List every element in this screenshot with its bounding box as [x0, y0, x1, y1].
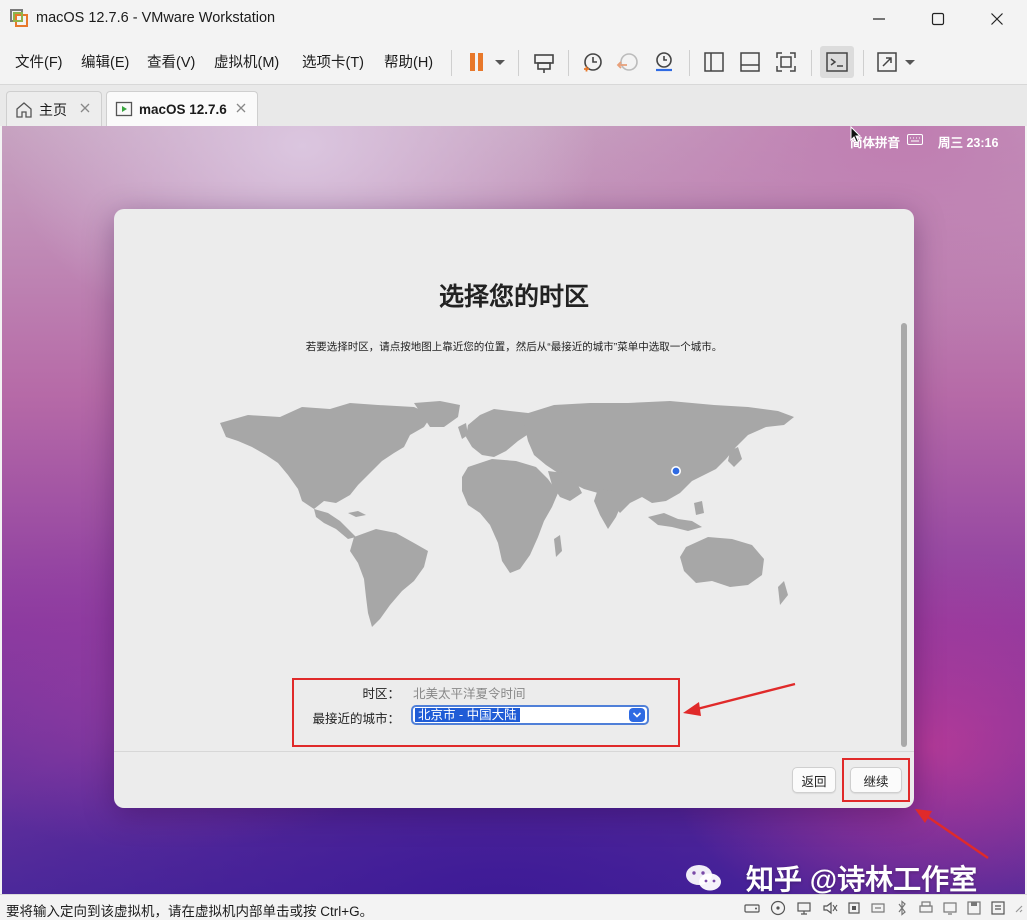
- chevron-down-icon: [495, 60, 505, 65]
- tab-bar: 主页 macOS 12.7.6: [0, 84, 1027, 127]
- cd-dvd-icon[interactable]: [770, 900, 786, 916]
- keyboard-send-icon: [534, 54, 554, 73]
- revert-snapshot-button[interactable]: [612, 46, 644, 78]
- annotation-highlight-city: [292, 678, 680, 747]
- pause-button[interactable]: [462, 46, 512, 78]
- watermark-text: 知乎 @诗林工作室: [746, 864, 978, 894]
- snapshot-manager-icon: [656, 52, 672, 72]
- network-adapter-icon[interactable]: [796, 900, 812, 916]
- bluetooth-icon[interactable]: [894, 900, 910, 916]
- tab-home-label: 主页: [39, 101, 67, 118]
- footer-divider: [114, 751, 914, 752]
- tab-home[interactable]: 主页: [6, 91, 102, 127]
- show-thumbnail-bar-button[interactable]: [734, 46, 766, 78]
- stretch-icon: [877, 52, 897, 72]
- resize-grip-icon[interactable]: [1010, 900, 1024, 916]
- dialog-scrollbar[interactable]: [901, 323, 907, 747]
- world-map[interactable]: [218, 401, 796, 633]
- minimize-icon: [873, 18, 885, 20]
- fullscreen-icon: [776, 52, 796, 72]
- usb-controller-icon[interactable]: [870, 900, 886, 916]
- location-pin-icon: [670, 466, 681, 477]
- toolbar-separator: [811, 50, 812, 76]
- printer-icon[interactable]: [918, 900, 934, 916]
- menu-clock[interactable]: 周三 23:16: [938, 132, 998, 151]
- annotation-highlight-continue: [842, 758, 910, 802]
- menu-help[interactable]: 帮助(H): [384, 51, 433, 72]
- snapshot-manager-button[interactable]: [648, 46, 680, 78]
- snapshot-icon: [584, 53, 602, 72]
- menu-toolbar: 文件(F) 编辑(E) 查看(V) 虚拟机(M) 选项卡(T) 帮助(H): [0, 38, 1027, 84]
- dialog-title: 选择您的时区: [438, 283, 589, 311]
- maximize-button[interactable]: [908, 0, 968, 38]
- vmware-app-icon: [10, 9, 28, 27]
- close-tab-icon[interactable]: [233, 100, 249, 116]
- vm-icon: [115, 101, 133, 116]
- usb-device-icon[interactable]: [846, 900, 862, 916]
- close-window-button[interactable]: [967, 0, 1027, 38]
- show-library-button[interactable]: [698, 46, 730, 78]
- mouse-cursor-icon: [850, 126, 862, 144]
- vm-display[interactable]: 简体拼音 周三 23:16 选择您的时区 若要选择时区，请点按地图上靠近您的位置…: [2, 126, 1025, 894]
- close-tab-icon[interactable]: [77, 100, 93, 116]
- dialog-description: 若要选择时区，请点按地图上靠近您的位置，然后从“最接近的城市”菜单中选取一个城市…: [305, 341, 723, 353]
- toolbar-separator: [568, 50, 569, 76]
- stretch-guest-button[interactable]: [872, 46, 920, 78]
- window-title: macOS 12.7.6 - VMware Workstation: [36, 10, 276, 26]
- tab-macos-label: macOS 12.7.6: [139, 102, 227, 117]
- menu-file[interactable]: 文件(F): [15, 51, 63, 72]
- console-icon: [826, 52, 848, 72]
- home-icon: [16, 101, 32, 118]
- revert-icon: [616, 53, 638, 71]
- back-button[interactable]: 返回: [792, 767, 836, 793]
- message-log-icon[interactable]: [990, 900, 1006, 916]
- floppy-icon[interactable]: [966, 900, 982, 916]
- status-message: 要将输入定向到该虚拟机，请在虚拟机内部单击或按 Ctrl+G。: [6, 904, 374, 919]
- hard-disk-icon[interactable]: [744, 900, 760, 916]
- status-bar: 要将输入定向到该虚拟机，请在虚拟机内部单击或按 Ctrl+G。: [0, 894, 1027, 920]
- toolbar-separator: [451, 50, 452, 76]
- keyboard-icon[interactable]: [907, 134, 923, 145]
- window-titlebar: macOS 12.7.6 - VMware Workstation: [0, 0, 1027, 38]
- toolbar-separator: [863, 50, 864, 76]
- sound-card-icon[interactable]: [822, 900, 838, 916]
- menu-tabs[interactable]: 选项卡(T): [302, 51, 364, 72]
- library-icon: [704, 52, 724, 72]
- thumbnail-bar-icon: [740, 52, 760, 72]
- chevron-down-icon: [905, 60, 915, 65]
- send-ctrl-alt-del-button[interactable]: [528, 46, 560, 78]
- menu-view[interactable]: 查看(V): [147, 51, 195, 72]
- console-view-button[interactable]: [820, 46, 854, 78]
- tab-macos-vm[interactable]: macOS 12.7.6: [106, 91, 258, 127]
- take-snapshot-button[interactable]: [577, 46, 609, 78]
- minimize-button[interactable]: [849, 0, 909, 38]
- close-icon: [991, 13, 1003, 25]
- display-icon[interactable]: [942, 900, 958, 916]
- menu-vm[interactable]: 虚拟机(M): [214, 51, 279, 72]
- full-screen-button[interactable]: [770, 46, 802, 78]
- toolbar-separator: [518, 50, 519, 76]
- maximize-icon: [931, 12, 945, 26]
- toolbar-separator: [689, 50, 690, 76]
- menu-edit[interactable]: 编辑(E): [81, 51, 129, 72]
- wechat-logo-icon: [686, 865, 721, 891]
- pause-icon: [470, 53, 483, 71]
